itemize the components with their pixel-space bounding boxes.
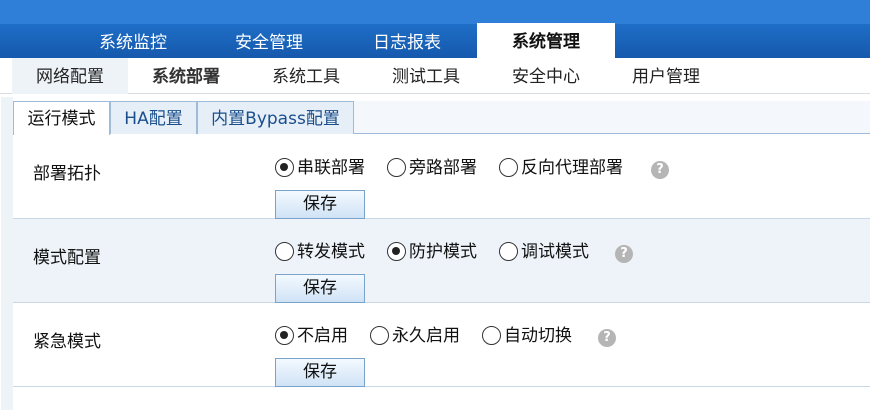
radio-checked-icon[interactable]: [275, 158, 294, 177]
sub-nav: 网络配置 系统部署 系统工具 测试工具 安全中心 用户管理: [0, 58, 870, 94]
main-nav-log-reports[interactable]: 日志报表: [346, 24, 468, 58]
main-nav-system-management[interactable]: 系统管理: [477, 23, 615, 59]
radio-option[interactable]: 自动切换: [482, 325, 572, 347]
radio-option[interactable]: 调试模式: [499, 241, 589, 263]
radio-option[interactable]: 转发模式: [275, 241, 365, 263]
radio-option[interactable]: 串联部署: [275, 157, 365, 179]
question-icon[interactable]: ?: [651, 161, 669, 179]
radio-option[interactable]: 永久启用: [370, 325, 460, 347]
setting-row-mode-config: 模式配置 转发模式 防护模式 调试模式 ? 保存: [13, 219, 870, 303]
radio-unchecked-icon[interactable]: [387, 158, 406, 177]
question-icon[interactable]: ?: [598, 329, 616, 347]
app-logo: [18, 0, 78, 8]
radio-checked-icon[interactable]: [387, 242, 406, 261]
radio-checked-icon[interactable]: [275, 326, 294, 345]
row-label: 模式配置: [33, 248, 101, 268]
radio-unchecked-icon[interactable]: [370, 326, 389, 345]
sub-nav-network-config[interactable]: 网络配置: [12, 58, 128, 94]
tab-run-mode[interactable]: 运行模式: [13, 101, 110, 135]
tab-bar: 运行模式 HA配置 内置Bypass配置: [13, 101, 870, 135]
radio-unchecked-icon[interactable]: [499, 242, 518, 261]
sub-nav-system-deploy[interactable]: 系统部署: [128, 58, 244, 94]
save-button[interactable]: 保存: [275, 274, 365, 303]
sub-nav-security-center[interactable]: 安全中心: [488, 58, 604, 94]
main-nav-system-monitor[interactable]: 系统监控: [72, 24, 194, 58]
row-label: 部署拓扑: [33, 164, 101, 184]
content-panel: 运行模式 HA配置 内置Bypass配置 部署拓扑 串联部署 旁路部署 反向代理…: [1, 97, 870, 410]
radio-option[interactable]: 旁路部署: [387, 157, 477, 179]
row-label: 紧急模式: [33, 332, 101, 352]
setting-row-emergency-mode: 紧急模式 不启用 永久启用 自动切换 ? 保存: [13, 303, 870, 387]
main-nav: 系统监控 安全管理 日志报表 系统管理: [0, 23, 870, 59]
radio-option[interactable]: 防护模式: [387, 241, 477, 263]
setting-row-deploy-topology: 部署拓扑 串联部署 旁路部署 反向代理部署 ? 保存: [13, 135, 870, 219]
tab-bypass-config[interactable]: 内置Bypass配置: [197, 101, 354, 134]
main-nav-security-management[interactable]: 安全管理: [208, 24, 330, 58]
app-header: [0, 0, 870, 24]
sub-nav-test-tools[interactable]: 测试工具: [368, 58, 484, 94]
save-button[interactable]: 保存: [275, 190, 365, 219]
save-button[interactable]: 保存: [275, 358, 365, 387]
radio-unchecked-icon[interactable]: [499, 158, 518, 177]
radio-option[interactable]: 反向代理部署: [499, 157, 623, 179]
radio-unchecked-icon[interactable]: [275, 242, 294, 261]
sub-nav-system-tools[interactable]: 系统工具: [248, 58, 364, 94]
tab-ha-config[interactable]: HA配置: [110, 101, 197, 134]
radio-unchecked-icon[interactable]: [482, 326, 501, 345]
sub-nav-user-management[interactable]: 用户管理: [608, 58, 724, 94]
question-icon[interactable]: ?: [615, 245, 633, 263]
radio-option[interactable]: 不启用: [275, 325, 348, 347]
